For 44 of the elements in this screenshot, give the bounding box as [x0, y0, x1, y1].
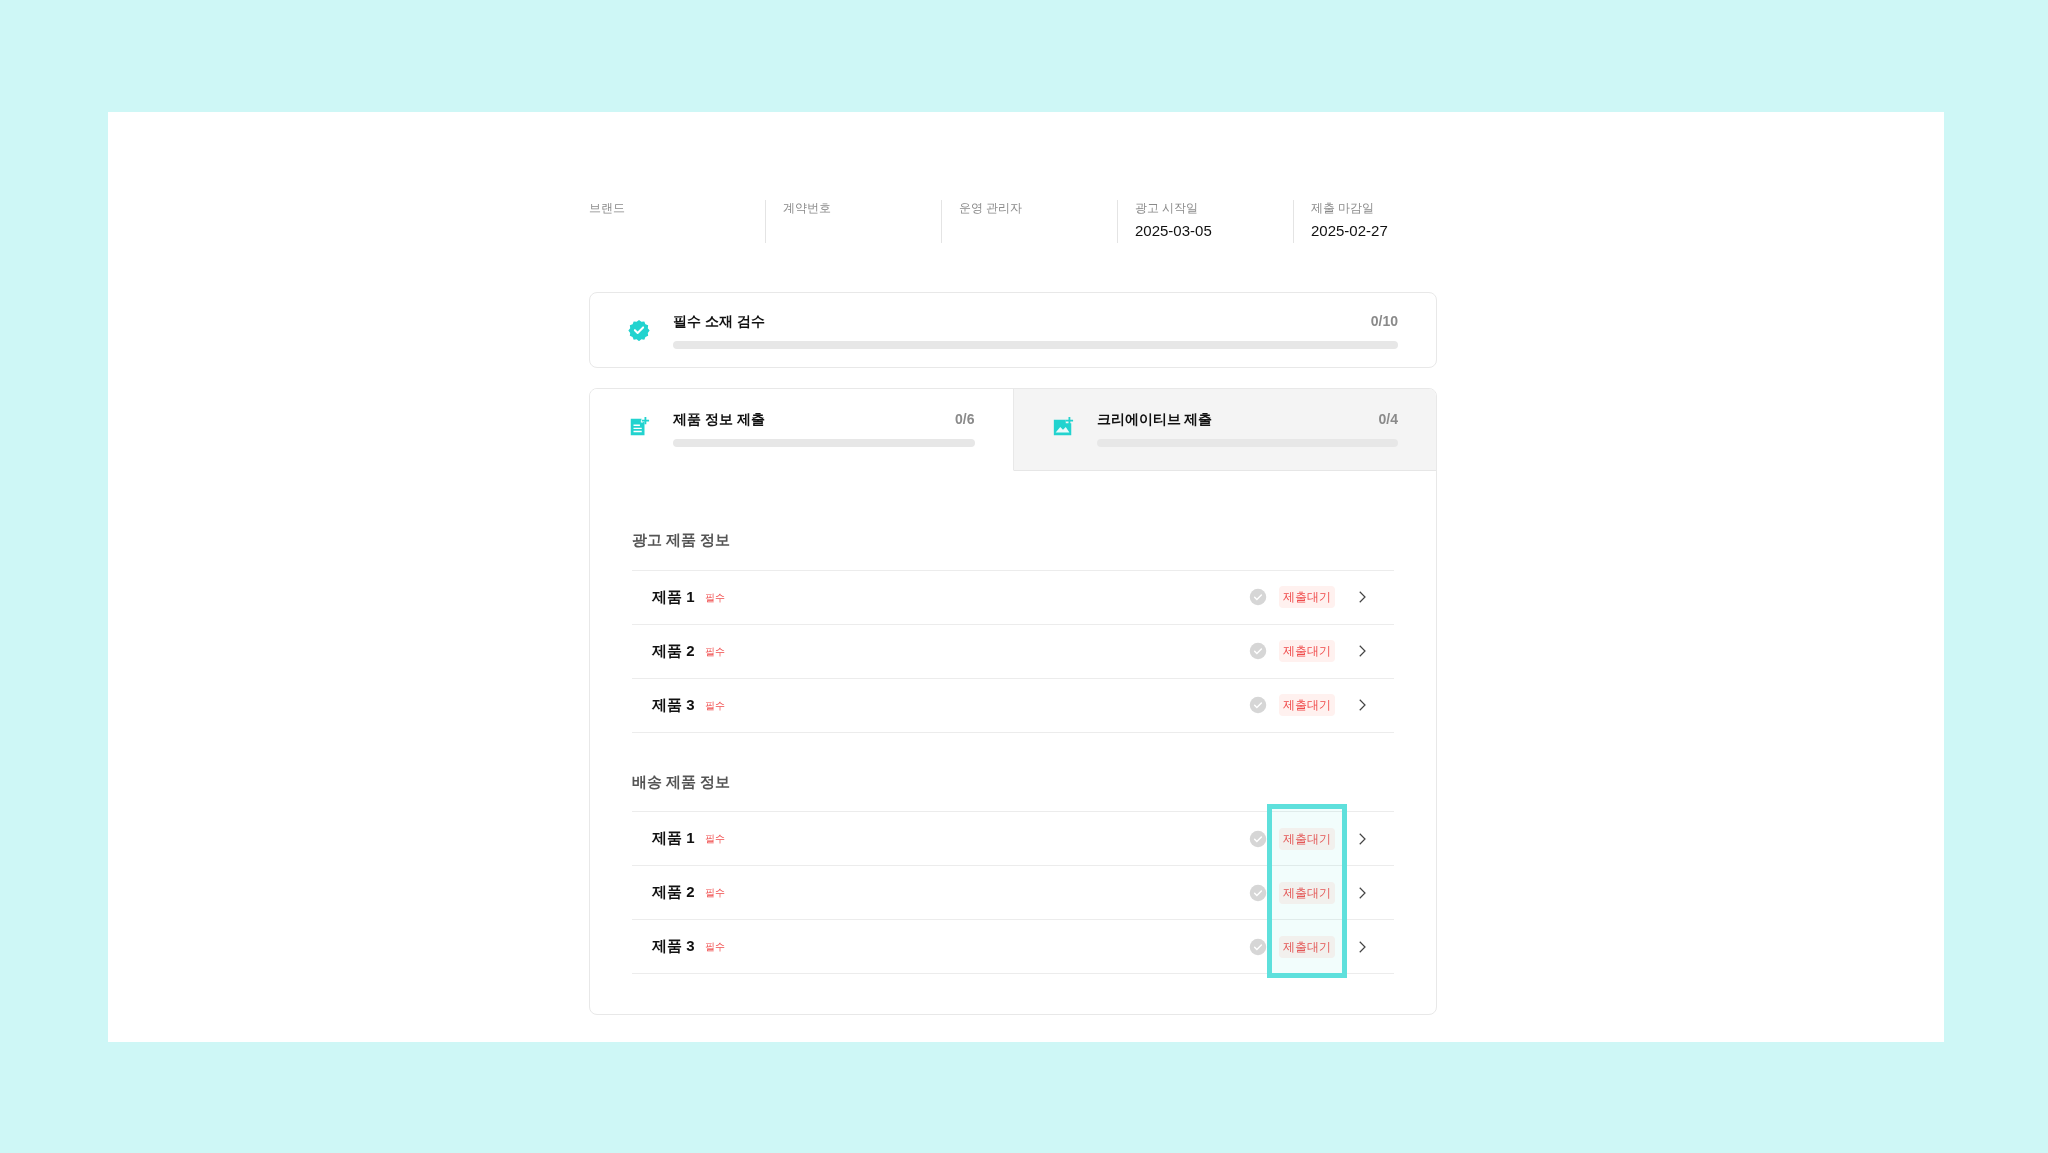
item-name: 제품 2	[652, 882, 695, 903]
progress-title: 크리에이티브 제출	[1096, 410, 1213, 429]
tab[interactable]: 크리에이티브 제출 0/4	[1013, 389, 1436, 471]
field-label: 브랜드	[589, 200, 626, 216]
item-name: 제품 3	[652, 936, 695, 957]
required-label: 필수	[704, 886, 725, 900]
required-label: 필수	[704, 644, 725, 659]
verified-badge-icon	[628, 319, 650, 341]
list-row[interactable]: 제품 2 필수 제출대기	[632, 624, 1394, 679]
field-label: 운영 관리자	[959, 200, 1024, 216]
list-row[interactable]: 제품 3 필수 제출대기	[632, 920, 1394, 974]
list-row[interactable]: 제품 1 필수 제출대기	[632, 570, 1394, 625]
required-label: 필수	[704, 940, 725, 954]
progress-count: 0/6	[955, 410, 975, 429]
progress-title: 제품 정보 제출	[673, 410, 765, 429]
field-label: 계약번호	[783, 200, 832, 216]
image-plus-icon	[1051, 416, 1074, 438]
field-value: 2025-02-27	[1311, 221, 1389, 241]
field-value: 2025-03-05	[1135, 221, 1213, 241]
status-label: 제출대기	[1279, 640, 1335, 662]
required-label: 필수	[704, 590, 725, 605]
list-row[interactable]: 제품 1 필수 제출대기	[632, 812, 1394, 866]
status-label: 제출대기	[1279, 586, 1335, 608]
item-name: 제품 1	[652, 586, 695, 607]
section-title: 배송 제품 정보	[632, 771, 732, 792]
field-label: 광고 시작일	[1135, 200, 1200, 216]
section-title: 광고 제품 정보	[632, 530, 732, 550]
document-plus-icon	[628, 416, 650, 438]
progress-count: 0/10	[1370, 312, 1398, 331]
field-label: 제출 마감일	[1311, 200, 1376, 216]
status-label: 제출대기	[1279, 827, 1335, 850]
list-row[interactable]: 제품 2 필수 제출대기	[632, 866, 1394, 920]
required-label: 필수	[704, 832, 725, 846]
item-name: 제품 2	[652, 640, 695, 661]
list-row[interactable]: 제품 3 필수 제출대기	[632, 678, 1394, 733]
status-label: 제출대기	[1279, 935, 1335, 958]
item-name: 제품 1	[652, 828, 695, 849]
required-label: 필수	[704, 698, 725, 713]
item-name: 제품 3	[652, 694, 695, 715]
status-label: 제출대기	[1279, 881, 1335, 904]
tab[interactable]: 제품 정보 제출 0/6	[590, 389, 1014, 471]
progress-title: 필수 소재 검수	[673, 312, 765, 331]
progress-count: 0/4	[1378, 410, 1398, 429]
status-label: 제출대기	[1279, 694, 1335, 716]
